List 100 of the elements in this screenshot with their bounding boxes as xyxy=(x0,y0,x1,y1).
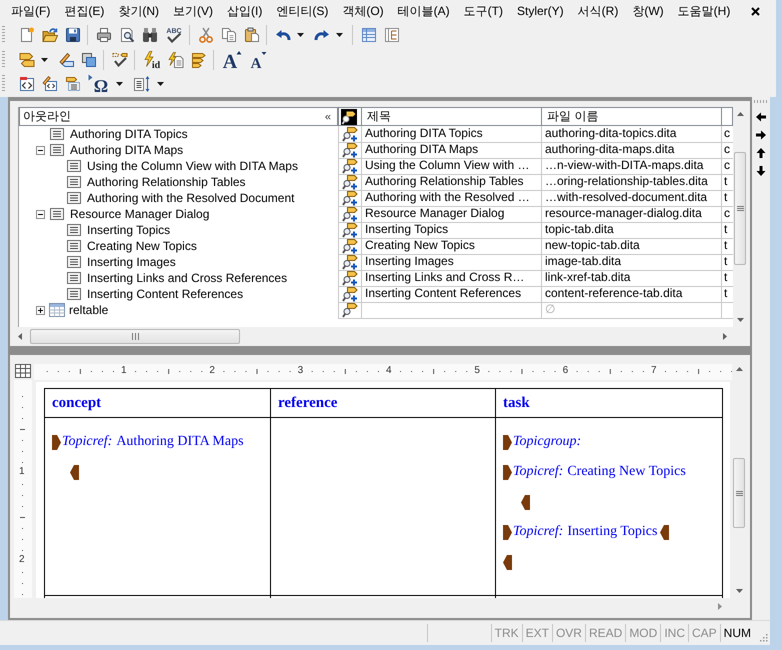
caret-icon[interactable] xyxy=(41,58,48,62)
collapse-icon[interactable] xyxy=(36,146,45,154)
printer-icon[interactable] xyxy=(96,27,112,44)
tree-item[interactable]: Inserting Images xyxy=(87,254,176,270)
tag-magnifier-plus-icon[interactable] xyxy=(342,206,358,222)
binoculars-icon[interactable] xyxy=(142,27,158,44)
start-tag-icon[interactable] xyxy=(52,434,61,450)
tag-magnifier-plus-icon[interactable] xyxy=(342,174,358,190)
scissors-icon[interactable] xyxy=(198,27,214,44)
tag-magnifier-plus-icon[interactable] xyxy=(342,270,358,286)
scroll-up-icon[interactable] xyxy=(736,367,742,371)
tree-item[interactable]: Using the Column View with DITA Maps xyxy=(87,158,298,174)
overlapping-squares-icon[interactable] xyxy=(80,52,96,68)
column-header[interactable]: 제목 xyxy=(362,107,542,126)
page-magnifier-icon[interactable] xyxy=(118,27,134,44)
clipboard-icon[interactable] xyxy=(244,27,260,44)
tag-magnifier-plus-icon[interactable] xyxy=(342,158,358,174)
menu-item[interactable]: 객체(O) xyxy=(335,3,391,19)
tag-check-icon[interactable] xyxy=(112,52,128,68)
menu-item[interactable]: Styler(Y) xyxy=(510,3,571,19)
start-tag-icon[interactable] xyxy=(503,464,512,480)
menu-item[interactable]: 서식(R) xyxy=(570,3,626,19)
tag-magnifier-plus-icon[interactable] xyxy=(342,190,358,206)
start-tag-icon[interactable] xyxy=(503,434,512,450)
tree-item[interactable]: Inserting Content References xyxy=(87,286,244,302)
scroll-left-icon[interactable] xyxy=(18,332,22,340)
toolbar-grip[interactable] xyxy=(2,75,5,94)
close-icon[interactable] xyxy=(751,6,760,16)
collapse-panel-button[interactable]: « xyxy=(324,110,331,122)
tree-item[interactable]: Authoring Relationship Tables xyxy=(87,174,246,190)
menu-item[interactable]: 삽입(I) xyxy=(220,3,270,19)
pencil-tag-icon[interactable] xyxy=(58,52,74,68)
menu-item[interactable]: 테이블(A) xyxy=(390,3,457,19)
tag-magnifier-icon[interactable] xyxy=(342,302,358,318)
menu-item[interactable]: 도움말(H) xyxy=(670,3,738,19)
expand-icon[interactable] xyxy=(36,306,45,314)
new-document-icon[interactable] xyxy=(18,27,34,44)
tree-item[interactable]: Authoring DITA Maps xyxy=(70,142,184,158)
tree-view-icon[interactable] xyxy=(384,27,400,44)
menu-item[interactable]: 편집(E) xyxy=(57,3,112,19)
column-header[interactable]: 파일 이름 xyxy=(542,107,722,126)
open-folder-icon[interactable] xyxy=(42,27,58,44)
pencil-code-icon[interactable] xyxy=(42,76,58,92)
tag-list-box-icon[interactable] xyxy=(64,76,80,92)
code-document-icon[interactable] xyxy=(18,76,34,92)
scroll-right-icon[interactable] xyxy=(723,332,727,340)
toolbar-grip[interactable] xyxy=(754,100,768,103)
end-tag-icon[interactable] xyxy=(660,524,670,540)
line-spacing-icon[interactable] xyxy=(132,75,150,94)
tag-magnifier-plus-icon[interactable] xyxy=(342,222,358,238)
scroll-down-icon[interactable] xyxy=(736,318,744,322)
ruler-number: 7 xyxy=(650,365,657,377)
tag-magnifier-plus-icon[interactable] xyxy=(342,254,358,270)
menu-item[interactable]: 창(W) xyxy=(625,3,671,19)
tag-magnifier-plus-icon[interactable] xyxy=(342,286,358,302)
table-icon[interactable] xyxy=(15,364,31,378)
arrow-right-icon[interactable] xyxy=(756,130,766,140)
menu-item[interactable]: 보기(V) xyxy=(166,3,220,19)
tree-item[interactable]: Authoring with the Resolved Document xyxy=(87,190,294,206)
copy-icon[interactable] xyxy=(220,27,236,44)
scrollbar-thumb[interactable] xyxy=(733,458,745,528)
caret-icon[interactable] xyxy=(157,82,164,86)
caret-icon[interactable] xyxy=(297,33,304,38)
scroll-right-icon[interactable] xyxy=(718,602,722,610)
tag-magnifier-plus-icon[interactable] xyxy=(342,142,358,158)
caret-icon[interactable] xyxy=(116,82,123,86)
tag-magnifier-plus-icon[interactable] xyxy=(342,238,358,254)
scroll-up-icon[interactable] xyxy=(736,112,744,116)
lightning-document-icon[interactable] xyxy=(168,52,184,68)
tree-item[interactable]: Resource Manager Dialog xyxy=(70,206,210,222)
column-header[interactable] xyxy=(722,107,733,126)
end-tag-icon[interactable] xyxy=(503,554,512,570)
menu-item[interactable]: 파일(F) xyxy=(4,3,58,19)
tree-item[interactable]: Inserting Links and Cross References xyxy=(87,270,288,286)
scrollbar-thumb[interactable] xyxy=(30,328,240,344)
menu-item[interactable]: 도구(T) xyxy=(456,3,510,19)
arrow-up-icon[interactable] xyxy=(756,148,766,158)
tag-magnifier-icon[interactable] xyxy=(341,108,357,124)
arrow-left-icon[interactable] xyxy=(756,112,766,122)
menu-item[interactable]: 찾기(N) xyxy=(111,3,166,19)
end-tag-icon[interactable] xyxy=(70,464,79,480)
toolbar-grip[interactable] xyxy=(2,26,5,44)
caret-icon[interactable] xyxy=(336,33,343,38)
resize-grip-icon[interactable] xyxy=(758,632,768,642)
end-tag-icon[interactable] xyxy=(521,494,530,510)
scrollbar-thumb[interactable] xyxy=(734,152,746,265)
tree-item[interactable]: reltable xyxy=(69,302,108,318)
start-tag-icon[interactable] xyxy=(503,524,512,540)
tag-icon[interactable] xyxy=(18,52,34,68)
scroll-down-icon[interactable] xyxy=(736,589,742,593)
tree-item[interactable]: Authoring DITA Topics xyxy=(70,126,188,142)
toolbar-grip[interactable] xyxy=(2,50,5,69)
tree-item[interactable]: Creating New Topics xyxy=(87,238,197,254)
menu-item[interactable]: 엔티티(S) xyxy=(269,3,336,19)
tag-list-icon[interactable] xyxy=(190,52,206,68)
table-icon[interactable] xyxy=(360,27,376,44)
arrow-down-icon[interactable] xyxy=(756,166,766,176)
tree-item[interactable]: Inserting Topics xyxy=(87,222,170,238)
tag-magnifier-plus-icon[interactable] xyxy=(342,126,358,142)
collapse-icon[interactable] xyxy=(36,210,45,218)
